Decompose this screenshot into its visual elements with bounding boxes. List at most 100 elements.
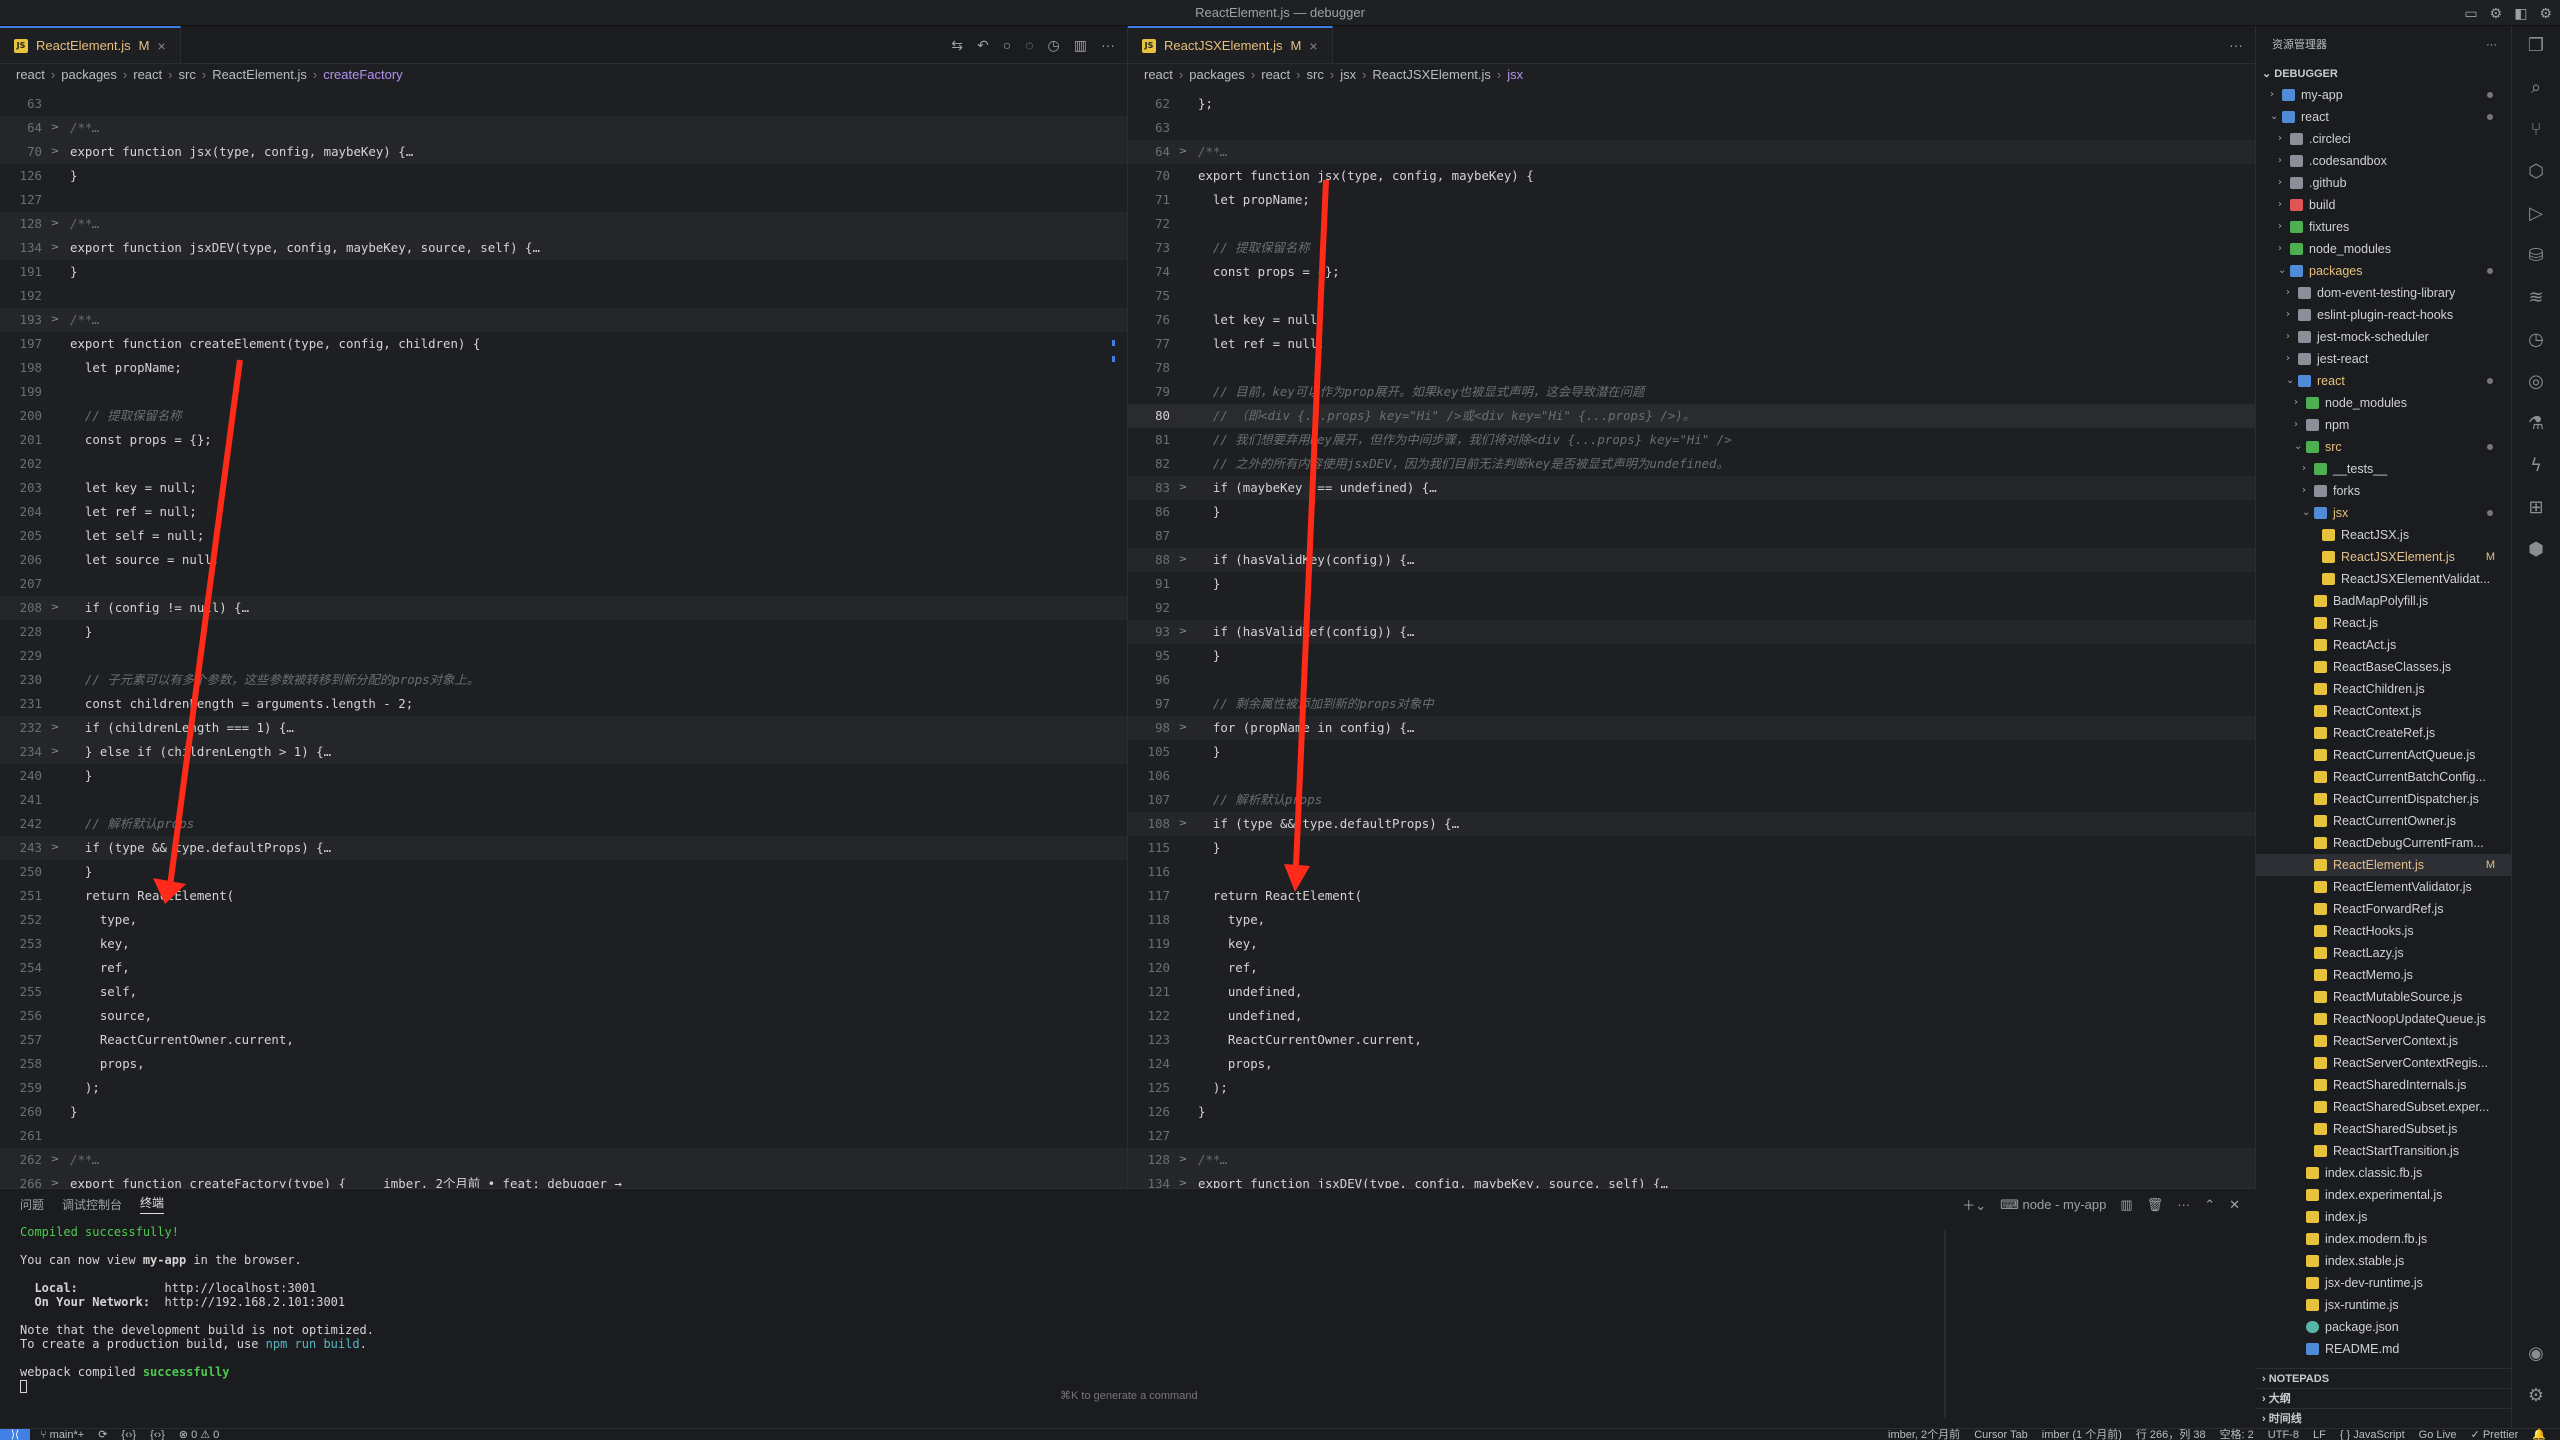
tab-react-element[interactable]: JS ReactElement.js M × <box>0 26 181 63</box>
go-live-button[interactable]: Go Live <box>2419 1429 2457 1440</box>
breadcrumb-segment[interactable]: ReactJSXElement.js <box>1372 64 1491 86</box>
code-line[interactable]: 105 } <box>1128 740 2255 764</box>
tree-item[interactable]: › .circleci <box>2256 128 2511 150</box>
tree-item[interactable]: ReactSharedSubset.exper... <box>2256 1096 2511 1118</box>
code-line[interactable]: 127 <box>0 188 1127 212</box>
code-line[interactable]: 202 <box>0 452 1127 476</box>
code-line[interactable]: 117 return ReactElement( <box>1128 884 2255 908</box>
code-line[interactable]: 240 } <box>0 764 1127 788</box>
code-line[interactable]: 106 <box>1128 764 2255 788</box>
code-line[interactable]: 204 let ref = null; <box>0 500 1127 524</box>
tree-item[interactable]: › .github <box>2256 172 2511 194</box>
fold-chevron-icon[interactable]: > <box>48 716 62 740</box>
fold-chevron-icon[interactable]: > <box>48 836 62 860</box>
code-line[interactable]: 87 <box>1128 524 2255 548</box>
code-line[interactable]: 62}; <box>1128 92 2255 116</box>
flask-icon[interactable]: ⚗ <box>2524 412 2548 436</box>
language-mode[interactable]: { } JavaScript <box>2340 1429 2405 1440</box>
tree-item[interactable]: › node_modules <box>2256 238 2511 260</box>
code-line[interactable]: 257 ReactCurrentOwner.current, <box>0 1028 1127 1052</box>
breadcrumb-segment[interactable]: react <box>1261 64 1290 86</box>
close-icon[interactable]: × <box>1309 38 1317 54</box>
tree-item[interactable]: ReactLazy.js <box>2256 942 2511 964</box>
tree-item[interactable]: README.md <box>2256 1338 2511 1360</box>
compare-icon[interactable]: ⇆ <box>951 37 963 54</box>
breadcrumb-segment[interactable]: packages <box>1189 64 1245 86</box>
breadcrumb-segment[interactable]: jsx <box>1340 64 1356 86</box>
line-ending[interactable]: LF <box>2313 1429 2326 1440</box>
tree-item[interactable]: jsx-dev-runtime.js <box>2256 1272 2511 1294</box>
fold-chevron-icon[interactable]: > <box>48 740 62 764</box>
tree-item[interactable]: › forks <box>2256 480 2511 502</box>
panel-tab[interactable]: 问题 <box>20 1196 44 1213</box>
tree-item[interactable]: ReactHooks.js <box>2256 920 2511 942</box>
nav-back-forward[interactable]: {‹›} <box>121 1429 136 1440</box>
local-url[interactable]: http://localhost:3001 <box>165 1281 317 1295</box>
tree-item[interactable]: › node_modules <box>2256 392 2511 414</box>
grid-icon[interactable]: ⊞ <box>2524 496 2548 520</box>
tree-item[interactable]: ⌄ react <box>2256 106 2511 128</box>
tree-item[interactable]: › build <box>2256 194 2511 216</box>
tree-item[interactable]: jsx-runtime.js <box>2256 1294 2511 1316</box>
fold-chevron-icon[interactable]: > <box>1176 812 1190 836</box>
code-line[interactable]: 92 <box>1128 596 2255 620</box>
code-line[interactable]: 80 // （即<div {...props} key="Hi" />或<div… <box>1128 404 2255 428</box>
code-line[interactable]: 119 key, <box>1128 932 2255 956</box>
code-line[interactable]: 70 export function jsx(type, config, mayb… <box>1128 164 2255 188</box>
tree-item[interactable]: ReactElementValidator.js <box>2256 876 2511 898</box>
explorer-collapsed-section[interactable]: › 大纲 <box>2256 1388 2511 1408</box>
more-actions-icon[interactable]: ··· <box>2177 1197 2190 1212</box>
code-line[interactable]: 206 let source = null; <box>0 548 1127 572</box>
code-line[interactable]: 231 const childrenLength = arguments.len… <box>0 692 1127 716</box>
code-line[interactable]: 121 undefined, <box>1128 980 2255 1004</box>
git-blame[interactable]: imber, 2个月前 <box>1888 1429 1960 1440</box>
tree-item[interactable]: › jest-react <box>2256 348 2511 370</box>
tree-item[interactable]: ReactAct.js <box>2256 634 2511 656</box>
code-line[interactable]: 77 let ref = null; <box>1128 332 2255 356</box>
tree-item[interactable]: ReactJSXElement.js M <box>2256 546 2511 568</box>
maximize-panel-icon[interactable]: ⌃ <box>2204 1197 2215 1213</box>
tree-item[interactable]: ReactStartTransition.js <box>2256 1140 2511 1162</box>
code-line[interactable]: 128 > /**… <box>1128 1148 2255 1172</box>
tree-item[interactable]: ⌄ src <box>2256 436 2511 458</box>
code-line[interactable]: 203 let key = null; <box>0 476 1127 500</box>
notifications-bell-icon[interactable]: 🔔 <box>2532 1429 2546 1440</box>
code-line[interactable]: 259 ); <box>0 1076 1127 1100</box>
code-line[interactable]: 125 ); <box>1128 1076 2255 1100</box>
fold-chevron-icon[interactable]: > <box>48 1172 62 1188</box>
tree-item[interactable]: ReactDebugCurrentFram... <box>2256 832 2511 854</box>
terminal-scrollbar[interactable] <box>1944 1229 1946 1419</box>
workspace-section[interactable]: ⌄ DEBUGGER <box>2256 64 2511 84</box>
prettier-status[interactable]: ✓ Prettier <box>2471 1429 2519 1440</box>
tree-item[interactable]: › my-app <box>2256 84 2511 106</box>
fold-chevron-icon[interactable]: > <box>48 236 62 260</box>
code-line[interactable]: 205 let self = null; <box>0 524 1127 548</box>
panel-tab[interactable]: 终端 <box>140 1194 165 1214</box>
more-actions-icon[interactable]: ··· <box>2229 37 2243 53</box>
code-editor[interactable]: 62}; 63 64 > /**… 70 export function jsx(type,… <box>1128 92 2255 1188</box>
code-line[interactable]: 256 source, <box>0 1004 1127 1028</box>
fold-chevron-icon[interactable]: > <box>1176 476 1190 500</box>
layers-icon[interactable]: ≋ <box>2524 286 2548 310</box>
tree-item[interactable]: ReactContext.js <box>2256 700 2511 722</box>
code-line[interactable]: 134 > export function jsxDEV(type, config,… <box>0 236 1127 260</box>
problems-indicator[interactable]: ⊗ 0 ⚠ 0 <box>179 1429 219 1440</box>
code-line[interactable]: 95 } <box>1128 644 2255 668</box>
sync-icon[interactable]: ⟳ <box>98 1429 107 1440</box>
breadcrumb-segment[interactable]: packages <box>61 64 117 86</box>
tree-item[interactable]: ⌄ packages <box>2256 260 2511 282</box>
tree-item[interactable]: ReactCurrentOwner.js <box>2256 810 2511 832</box>
code-line[interactable]: 234 > } else if (childrenLength > 1) {… <box>0 740 1127 764</box>
code-line[interactable]: 251 return ReactElement( <box>0 884 1127 908</box>
tree-item[interactable]: ReactCurrentBatchConfig... <box>2256 766 2511 788</box>
code-line[interactable]: 250 } <box>0 860 1127 884</box>
fold-chevron-icon[interactable]: > <box>48 596 62 620</box>
code-line[interactable]: 96 <box>1128 668 2255 692</box>
fold-chevron-icon[interactable]: > <box>1176 140 1190 164</box>
code-line[interactable]: 74 const props = {}; <box>1128 260 2255 284</box>
tree-item[interactable]: › fixtures <box>2256 216 2511 238</box>
code-line[interactable]: 120 ref, <box>1128 956 2255 980</box>
more-actions-icon[interactable]: ··· <box>1101 37 1115 53</box>
tree-item[interactable]: React.js <box>2256 612 2511 634</box>
code-line[interactable]: 73 // 提取保留名称 <box>1128 236 2255 260</box>
